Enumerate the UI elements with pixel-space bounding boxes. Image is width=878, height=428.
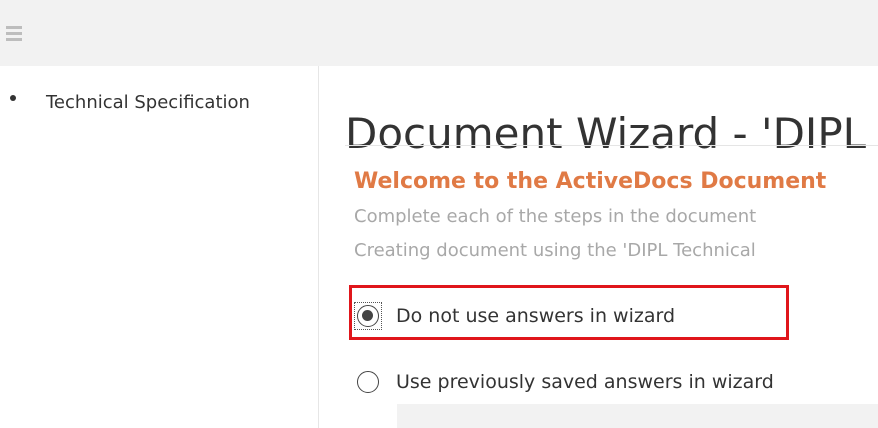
hamburger-menu-icon[interactable]	[6, 26, 22, 42]
sidebar-item-label: Technical Specification	[46, 92, 250, 113]
radio-label[interactable]: Do not use answers in wizard	[396, 302, 675, 330]
title-divider	[345, 145, 878, 146]
top-bar	[0, 0, 878, 66]
radio-button[interactable]	[357, 371, 379, 393]
sidebar: Technical Specification	[0, 66, 319, 428]
page-title: Document Wizard - 'DIPL	[345, 109, 867, 159]
radio-label[interactable]: Use previously saved answers in wizard	[396, 368, 774, 396]
instruction-text: Complete each of the steps in the docume…	[354, 206, 757, 227]
welcome-heading: Welcome to the ActiveDocs Document	[354, 169, 827, 194]
main-content: Document Wizard - 'DIPL Welcome to the A…	[319, 66, 878, 428]
creating-document-text: Creating document using the 'DIPL Techni…	[354, 240, 756, 261]
saved-answers-panel	[397, 404, 878, 428]
bullet-icon	[10, 95, 16, 101]
radio-button-checked[interactable]	[357, 305, 379, 327]
